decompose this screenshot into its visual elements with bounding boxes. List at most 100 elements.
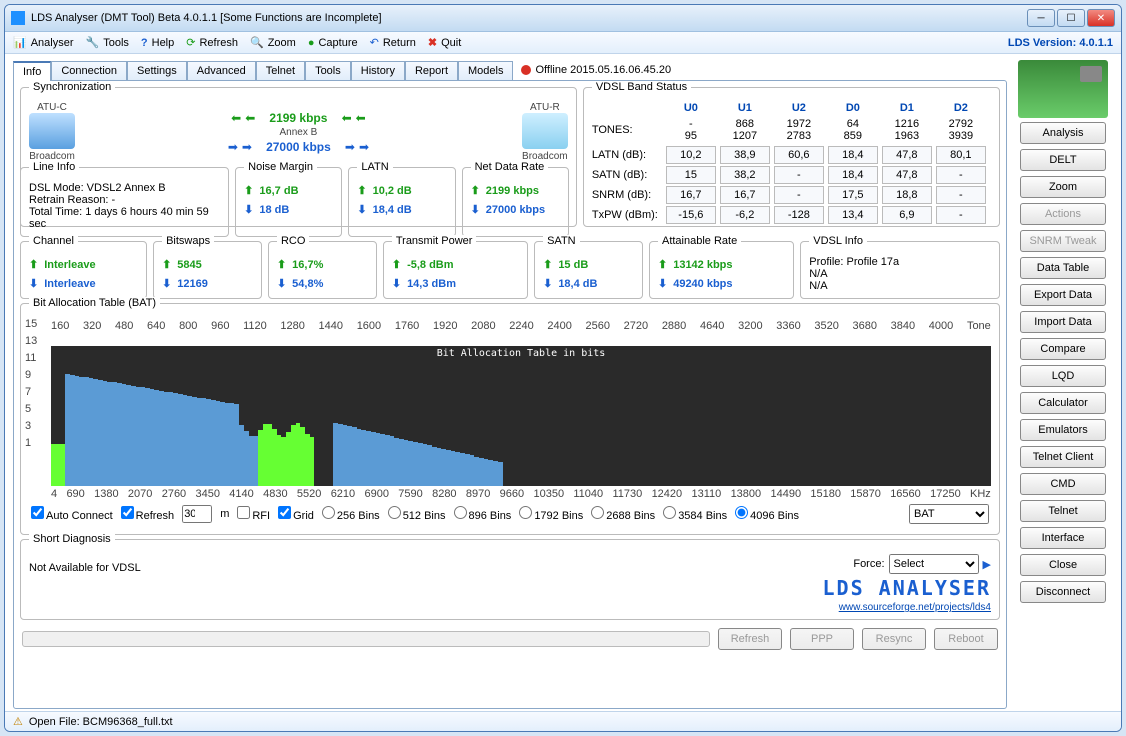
tab-report[interactable]: Report bbox=[405, 61, 458, 80]
satn-group: SATN 15 dB18,4 dB bbox=[534, 241, 643, 299]
side-emulators-button[interactable]: Emulators bbox=[1020, 419, 1106, 441]
help-button[interactable]: ?Help bbox=[141, 37, 174, 49]
server-icon bbox=[29, 113, 75, 149]
quit-button[interactable]: ✖Quit bbox=[428, 36, 461, 49]
rco-group: RCO 16,7%54,8% bbox=[268, 241, 377, 299]
rfi-check[interactable]: RFI bbox=[237, 506, 270, 522]
grid-check[interactable]: Grid bbox=[278, 506, 314, 522]
close-button[interactable]: ✕ bbox=[1087, 9, 1115, 27]
play-icon[interactable]: ▶ bbox=[983, 558, 991, 571]
chart-icon: 📊 bbox=[13, 36, 27, 49]
bins-radio-4096-Bins[interactable]: 4096 Bins bbox=[735, 510, 799, 522]
sync-upstream: 2199 kbps bbox=[269, 111, 327, 125]
chart-options: Auto Connect Refresh m RFI Grid 256 Bins… bbox=[29, 500, 991, 528]
view-select[interactable]: BAT bbox=[909, 504, 989, 524]
side-compare-button[interactable]: Compare bbox=[1020, 338, 1106, 360]
toolbar: 📊Analyser 🔧Tools ?Help ⟳Refresh 🔍Zoom ●C… bbox=[5, 32, 1121, 54]
board-image bbox=[1018, 60, 1108, 118]
force-select[interactable]: Select bbox=[889, 554, 979, 574]
side-calculator-button[interactable]: Calculator bbox=[1020, 392, 1106, 414]
side-snrm-tweak-button[interactable]: SNRM Tweak bbox=[1020, 230, 1106, 252]
tab-advanced[interactable]: Advanced bbox=[187, 61, 256, 80]
return-button[interactable]: ↶Return bbox=[370, 36, 416, 49]
modem-icon bbox=[522, 113, 568, 149]
bins-radio-2688-Bins[interactable]: 2688 Bins bbox=[591, 510, 655, 522]
titlebar: LDS Analyser (DMT Tool) Beta 4.0.1.1 [So… bbox=[5, 5, 1121, 32]
side-zoom-button[interactable]: Zoom bbox=[1020, 176, 1106, 198]
side-analysis-button[interactable]: Analysis bbox=[1020, 122, 1106, 144]
wrench-icon: 🔧 bbox=[86, 36, 100, 49]
diag-message: Not Available for VDSL bbox=[29, 562, 823, 574]
tab-info[interactable]: Info bbox=[13, 61, 51, 81]
version-label: LDS Version: 4.0.1.1 bbox=[1008, 37, 1113, 49]
side-delt-button[interactable]: DELT bbox=[1020, 149, 1106, 171]
bitswaps-group: Bitswaps 584512169 bbox=[153, 241, 262, 299]
tools-button[interactable]: 🔧Tools bbox=[86, 36, 129, 49]
attain-group: Attainable Rate 13142 kbps49240 kbps bbox=[649, 241, 794, 299]
capture-button[interactable]: ●Capture bbox=[308, 37, 358, 49]
side-import-data-button[interactable]: Import Data bbox=[1020, 311, 1106, 333]
bins-radio-1792-Bins[interactable]: 1792 Bins bbox=[519, 510, 583, 522]
analyser-button[interactable]: 📊Analyser bbox=[13, 36, 74, 49]
refresh-status-button[interactable]: Refresh bbox=[718, 628, 782, 650]
interval-spinner[interactable] bbox=[182, 505, 212, 523]
channel-group: Channel InterleaveInterleave bbox=[20, 241, 147, 299]
refresh-check[interactable]: Refresh bbox=[121, 506, 175, 522]
tab-telnet[interactable]: Telnet bbox=[256, 61, 305, 80]
tab-settings[interactable]: Settings bbox=[127, 61, 187, 80]
side-telnet-button[interactable]: Telnet bbox=[1020, 500, 1106, 522]
side-disconnect-button[interactable]: Disconnect bbox=[1020, 581, 1106, 603]
sync-downstream: 27000 kbps bbox=[266, 140, 331, 154]
annex-label: Annex B bbox=[75, 127, 522, 138]
app-icon bbox=[11, 11, 25, 25]
help-icon: ? bbox=[141, 37, 148, 49]
auto-connect-check[interactable]: Auto Connect bbox=[31, 506, 113, 522]
side-close-button[interactable]: Close bbox=[1020, 554, 1106, 576]
txpower-group: Transmit Power -5,8 dBm14,3 dBm bbox=[383, 241, 528, 299]
refresh-button[interactable]: ⟳Refresh bbox=[186, 36, 238, 49]
side-actions-button[interactable]: Actions bbox=[1020, 203, 1106, 225]
tab-history[interactable]: History bbox=[351, 61, 405, 80]
atu-r-device: ATU-R Broadcom bbox=[522, 102, 568, 162]
ppp-button[interactable]: PPP bbox=[790, 628, 854, 650]
bat-group: Bit Allocation Table (BAT) 1603204806408… bbox=[20, 303, 1000, 535]
logo-text: LDS ANALYSER bbox=[823, 576, 992, 600]
reboot-button[interactable]: Reboot bbox=[934, 628, 998, 650]
atu-c-device: ATU-C Broadcom bbox=[29, 102, 75, 162]
window-title: LDS Analyser (DMT Tool) Beta 4.0.1.1 [So… bbox=[31, 12, 1021, 24]
zoom-button[interactable]: 🔍Zoom bbox=[250, 36, 296, 49]
status-message: Open File: BCM96368_full.txt bbox=[29, 716, 173, 728]
tab-connection[interactable]: Connection bbox=[51, 61, 127, 80]
refresh-icon: ⟳ bbox=[186, 36, 195, 49]
bat-chart: Bit Allocation Table in bits bbox=[51, 346, 991, 486]
line-info-group: Line Info DSL Mode: VDSL2 Annex B Retrai… bbox=[20, 167, 229, 237]
resync-button[interactable]: Resync bbox=[862, 628, 926, 650]
side-telnet-client-button[interactable]: Telnet Client bbox=[1020, 446, 1106, 468]
vdsl-info-group: VDSL Info Profile: Profile 17a N/A N/A bbox=[800, 241, 1000, 299]
project-link[interactable]: www.sourceforge.net/projects/lds4 bbox=[839, 602, 991, 613]
tab-tools[interactable]: Tools bbox=[305, 61, 351, 80]
bins-radio-256-Bins[interactable]: 256 Bins bbox=[322, 510, 380, 522]
side-cmd-button[interactable]: CMD bbox=[1020, 473, 1106, 495]
side-lqd-button[interactable]: LQD bbox=[1020, 365, 1106, 387]
quit-icon: ✖ bbox=[428, 36, 437, 49]
latn-group: LATN 10,2 dB18,4 dB bbox=[348, 167, 455, 237]
side-data-table-button[interactable]: Data Table bbox=[1020, 257, 1106, 279]
side-interface-button[interactable]: Interface bbox=[1020, 527, 1106, 549]
minimize-button[interactable]: ─ bbox=[1027, 9, 1055, 27]
sidebar: Analysis DELT Zoom Actions SNRM Tweak Data Ta… bbox=[1013, 60, 1113, 709]
window: LDS Analyser (DMT Tool) Beta 4.0.1.1 [So… bbox=[4, 4, 1122, 732]
vdsl-band-group: VDSL Band Status U0U1U2D0D1D2TONES:-9586… bbox=[583, 87, 1000, 227]
maximize-button[interactable]: ☐ bbox=[1057, 9, 1085, 27]
progress-bar bbox=[22, 631, 710, 647]
side-export-data-button[interactable]: Export Data bbox=[1020, 284, 1106, 306]
bins-radio-896-Bins[interactable]: 896 Bins bbox=[454, 510, 512, 522]
bins-radio-512-Bins[interactable]: 512 Bins bbox=[388, 510, 446, 522]
bins-radio-3584-Bins[interactable]: 3584 Bins bbox=[663, 510, 727, 522]
offline-indicator: Offline 2015.05.16.06.45.20 bbox=[513, 61, 679, 79]
diagnosis-group: Short Diagnosis Not Available for VDSL F… bbox=[20, 539, 1000, 620]
noise-margin-group: Noise Margin 16,7 dB18 dB bbox=[235, 167, 342, 237]
tabs: InfoConnectionSettingsAdvancedTelnetTool… bbox=[13, 60, 1007, 80]
tab-models[interactable]: Models bbox=[458, 61, 513, 80]
status-bar: ⚠ Open File: BCM96368_full.txt bbox=[5, 711, 1121, 731]
